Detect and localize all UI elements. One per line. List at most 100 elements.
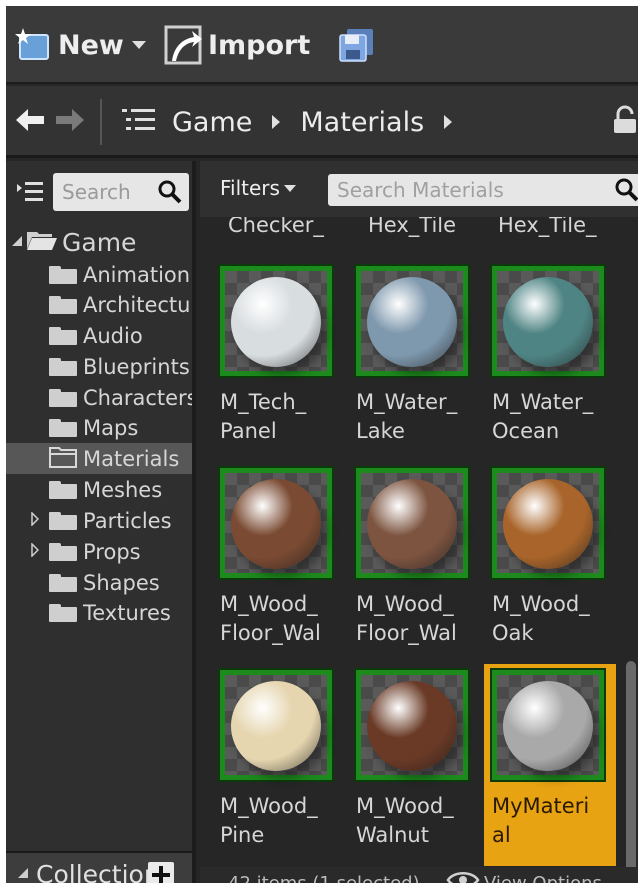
scrollbar[interactable] bbox=[624, 217, 638, 883]
folder-label: Shapes bbox=[83, 570, 160, 595]
asset-name[interactable]: Hex_Tile bbox=[368, 217, 456, 237]
folder-label: Maps bbox=[83, 415, 139, 440]
eye-icon[interactable] bbox=[446, 869, 480, 883]
sources-toggle-button[interactable] bbox=[122, 86, 156, 158]
lock-button[interactable] bbox=[610, 86, 638, 158]
asset-name[interactable]: Hex_Tile_ bbox=[498, 217, 597, 237]
filters-button[interactable]: Filters bbox=[220, 176, 296, 200]
material-sphere bbox=[367, 681, 457, 771]
tree-item-folder[interactable]: Characters bbox=[6, 382, 192, 413]
folder-icon bbox=[49, 357, 77, 376]
tree-item-game[interactable]: Game bbox=[6, 224, 192, 260]
chevron-down-icon bbox=[131, 41, 146, 49]
folder-icon bbox=[49, 542, 77, 561]
collapsed-arrow-icon[interactable] bbox=[31, 542, 40, 561]
item-count: 42 items (1 selected) bbox=[228, 873, 420, 883]
folder-icon bbox=[49, 573, 77, 592]
collapsed-arrow-icon[interactable] bbox=[31, 511, 40, 530]
folder-search-placeholder: Search bbox=[62, 180, 131, 204]
search-icon bbox=[614, 177, 638, 207]
tree-item-folder[interactable]: Animation bbox=[6, 259, 192, 290]
import-arrow-icon bbox=[164, 23, 204, 67]
import-button[interactable]: Import bbox=[164, 6, 310, 84]
material-thumbnail bbox=[492, 468, 604, 578]
material-thumbnail bbox=[220, 468, 332, 578]
plus-icon[interactable] bbox=[148, 862, 174, 883]
tree-item-folder-selected[interactable]: Materials bbox=[6, 443, 192, 474]
tree-item-folder[interactable]: Architecture bbox=[6, 289, 192, 320]
folder-label: Blueprints bbox=[83, 354, 190, 379]
tree-item-folder[interactable]: Audio bbox=[6, 320, 192, 351]
view-options-button[interactable]: View Options bbox=[484, 873, 602, 883]
material-sphere bbox=[367, 277, 457, 367]
tree-item-folder[interactable]: Blueprints bbox=[6, 351, 192, 382]
import-label: Import bbox=[208, 29, 311, 61]
sources-list-icon[interactable] bbox=[16, 180, 44, 208]
folder-label: Animation bbox=[83, 262, 191, 287]
folder-icon bbox=[49, 265, 77, 284]
folder-label: Meshes bbox=[83, 477, 163, 502]
breadcrumb-materials[interactable]: Materials bbox=[300, 107, 424, 138]
breadcrumb-game[interactable]: Game bbox=[172, 107, 252, 138]
material-thumbnail bbox=[356, 670, 468, 780]
folder-search-input[interactable]: Search bbox=[53, 173, 189, 211]
folder-label: Particles bbox=[83, 508, 172, 533]
folder-label: Props bbox=[83, 539, 141, 564]
material-sphere bbox=[231, 479, 321, 569]
save-all-button[interactable] bbox=[338, 6, 374, 84]
breadcrumb: Game Materials bbox=[172, 86, 453, 158]
scrollbar-thumb[interactable] bbox=[626, 661, 636, 883]
tree-item-folder[interactable]: Textures bbox=[6, 597, 192, 628]
folder-icon bbox=[49, 388, 77, 407]
breadcrumb-separator-icon[interactable] bbox=[272, 115, 281, 129]
expanded-arrow-icon bbox=[16, 865, 30, 883]
tree-item-folder[interactable]: Meshes bbox=[6, 474, 192, 505]
folder-label: Architecture bbox=[83, 292, 192, 317]
tree-item-folder[interactable]: Props bbox=[6, 536, 192, 567]
tree-item-folder[interactable]: Maps bbox=[6, 412, 192, 443]
filters-label: Filters bbox=[220, 176, 280, 200]
expanded-arrow-icon bbox=[10, 233, 24, 252]
tree-item-folder[interactable]: Particles bbox=[6, 505, 192, 536]
content-browser: New Import Game Materials Search Game An… bbox=[6, 6, 638, 883]
folder-label: Textures bbox=[83, 600, 171, 625]
asset-name[interactable]: Checker_ bbox=[228, 217, 324, 237]
material-sphere bbox=[367, 479, 457, 569]
asset-search-input[interactable]: Search Materials bbox=[328, 174, 638, 206]
folder-icon bbox=[49, 326, 77, 345]
back-arrow-icon bbox=[14, 106, 46, 138]
folder-icon bbox=[49, 295, 77, 314]
lock-icon bbox=[610, 105, 638, 139]
forward-button[interactable] bbox=[54, 86, 86, 158]
partial-row: Checker_ Hex_Tile Hex_Tile_ bbox=[200, 217, 624, 247]
asset-name: M_Wood_ Floor_Wal bbox=[220, 592, 321, 645]
sources-panel: Search Game Animation Architecture Audio bbox=[6, 161, 196, 883]
asset-name: M_Wood_ Walnut bbox=[356, 794, 454, 847]
breadcrumb-separator-icon[interactable] bbox=[444, 115, 453, 129]
folder-label: Audio bbox=[83, 323, 143, 348]
folder-label: Characters bbox=[83, 385, 192, 410]
navigation-bar: Game Materials bbox=[6, 86, 638, 158]
save-floppy-icon bbox=[338, 27, 374, 63]
back-button[interactable] bbox=[14, 86, 46, 158]
material-sphere bbox=[503, 681, 593, 771]
collections-header[interactable]: Collections bbox=[6, 851, 192, 883]
material-thumbnail bbox=[356, 468, 468, 578]
material-sphere bbox=[503, 277, 593, 367]
asset-view: Filters Search Materials Checker_ Hex_Ti… bbox=[200, 161, 638, 883]
toolbar: New Import bbox=[6, 6, 638, 84]
asset-name: M_Water_ Lake bbox=[356, 390, 458, 443]
collections-label: Collections bbox=[36, 860, 154, 883]
material-sphere bbox=[231, 681, 321, 771]
new-label: New bbox=[58, 29, 124, 61]
asset-name: M_Wood_ Pine bbox=[220, 794, 318, 847]
status-bar: 42 items (1 selected) View Options bbox=[200, 867, 638, 883]
material-sphere bbox=[231, 277, 321, 367]
new-button[interactable]: New bbox=[14, 6, 146, 84]
asset-name: M_Wood_ Floor_Wal bbox=[356, 592, 457, 645]
tree-root-label: Game bbox=[62, 227, 137, 257]
material-sphere bbox=[503, 479, 593, 569]
tree-item-folder[interactable]: Shapes bbox=[6, 567, 192, 598]
new-asset-icon bbox=[14, 26, 52, 64]
material-thumbnail bbox=[492, 266, 604, 376]
